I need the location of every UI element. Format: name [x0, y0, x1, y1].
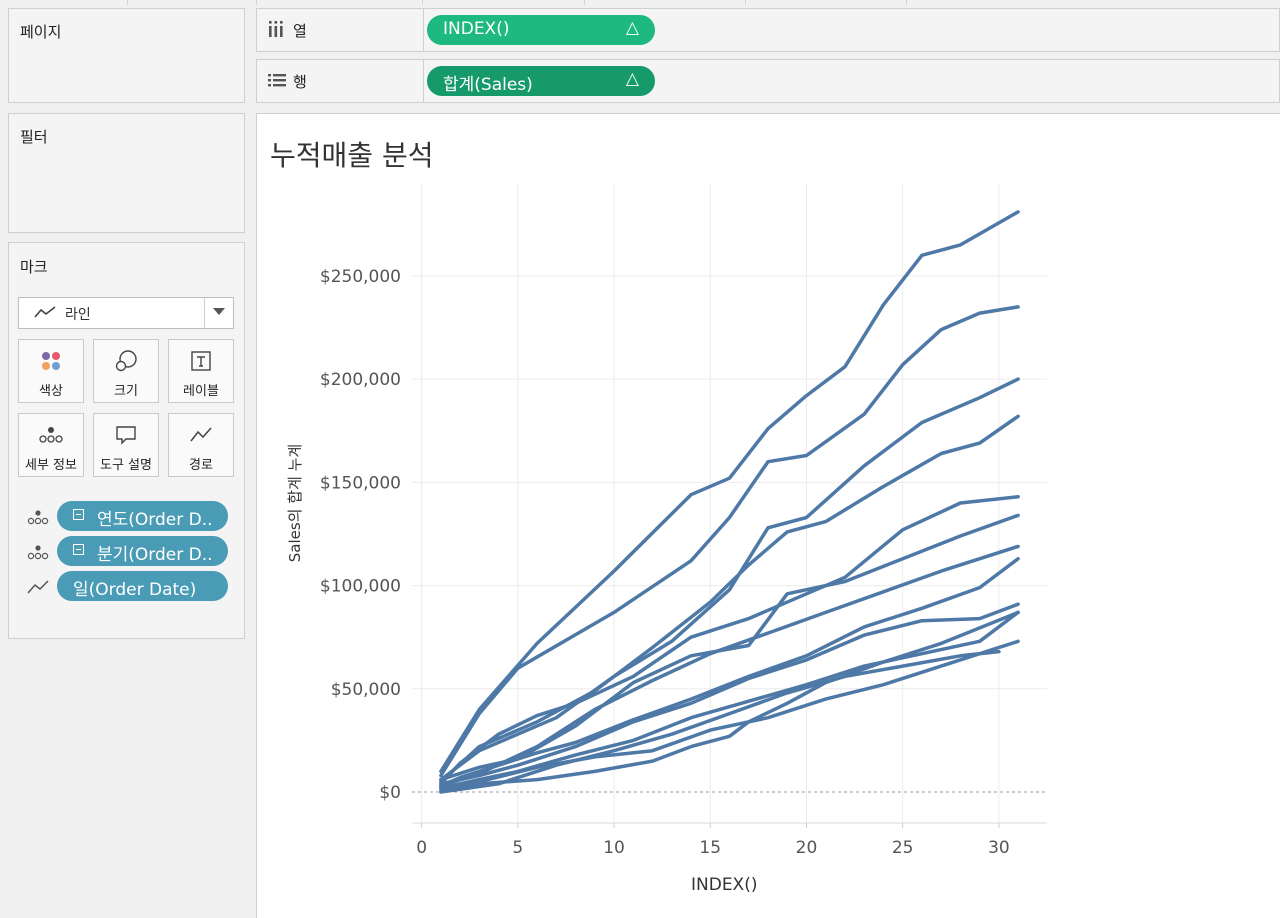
tooltip-button[interactable]: 도구 설명 — [93, 413, 159, 477]
line-mark-icon — [33, 304, 57, 324]
tooltip-label: 도구 설명 — [100, 458, 152, 473]
detail-label: 세부 정보 — [25, 458, 77, 473]
strip-tick — [906, 0, 907, 5]
pages-label: 페이지 — [20, 23, 62, 41]
label-button[interactable]: 레이블 — [168, 339, 234, 403]
detail-dots-icon — [26, 542, 50, 566]
strip-tick — [745, 0, 746, 5]
rows-shelf[interactable]: 행 합계(Sales) △ — [256, 59, 1280, 103]
color-label: 색상 — [39, 384, 63, 399]
field-pill-year[interactable]: 연도(Order D.. — [57, 501, 228, 531]
color-icon — [19, 349, 83, 373]
mark-type-dropdown[interactable]: 라인 — [18, 297, 234, 329]
collapse-icon[interactable] — [73, 544, 84, 555]
path-label: 경로 — [189, 458, 213, 473]
top-strip — [0, 0, 1280, 8]
detail-button[interactable]: 세부 정보 — [18, 413, 84, 477]
chevron-down-icon[interactable] — [204, 298, 233, 328]
columns-pill[interactable]: INDEX() △ — [427, 15, 655, 45]
table-calc-triangle-icon: △ — [625, 18, 639, 38]
marks-label: 마크 — [20, 258, 48, 276]
field-pill-quarter[interactable]: 분기(Order D.. — [57, 536, 228, 566]
size-button[interactable]: 크기 — [93, 339, 159, 403]
detail-dots-icon — [26, 507, 50, 531]
columns-shelf-label: 열 — [257, 9, 424, 51]
filters-panel[interactable]: 필터 — [8, 113, 245, 233]
columns-label: 열 — [293, 22, 307, 40]
size-icon — [94, 349, 158, 373]
tooltip-icon — [94, 423, 158, 447]
color-button[interactable]: 색상 — [18, 339, 84, 403]
columns-pill-label: INDEX() — [443, 19, 510, 39]
field-pill-label: 일(Order Date) — [73, 580, 197, 600]
strip-tick — [127, 0, 128, 5]
path-icon — [26, 577, 50, 601]
columns-shelf[interactable]: 열 INDEX() △ — [256, 8, 1280, 52]
rows-pill-label: 합계(Sales) — [443, 75, 533, 95]
strip-tick — [256, 0, 257, 5]
rows-pill[interactable]: 합계(Sales) △ — [427, 66, 655, 96]
detail-dots-icon — [19, 423, 83, 447]
field-pill-day[interactable]: 일(Order Date) — [57, 571, 228, 601]
size-label: 크기 — [114, 384, 138, 399]
path-icon — [169, 423, 233, 447]
collapse-icon[interactable] — [73, 509, 84, 520]
strip-tick — [422, 0, 423, 5]
strip-tick — [584, 0, 585, 5]
view-canvas[interactable] — [256, 113, 1280, 918]
text-label-icon — [169, 349, 233, 373]
label-label: 레이블 — [183, 384, 219, 399]
rows-shelf-label: 행 — [257, 60, 424, 102]
field-pill-label: 분기(Order D.. — [97, 545, 213, 565]
field-pill-label: 연도(Order D.. — [97, 510, 213, 530]
rows-label: 행 — [293, 73, 307, 91]
table-calc-triangle-icon: △ — [625, 69, 639, 89]
mark-type-label: 라인 — [65, 307, 91, 323]
columns-icon — [267, 20, 285, 42]
pages-panel[interactable]: 페이지 — [8, 8, 245, 103]
sheet-title: 누적매출 분석 — [270, 139, 434, 172]
path-button[interactable]: 경로 — [168, 413, 234, 477]
rows-icon — [267, 71, 287, 93]
filters-label: 필터 — [20, 128, 48, 146]
